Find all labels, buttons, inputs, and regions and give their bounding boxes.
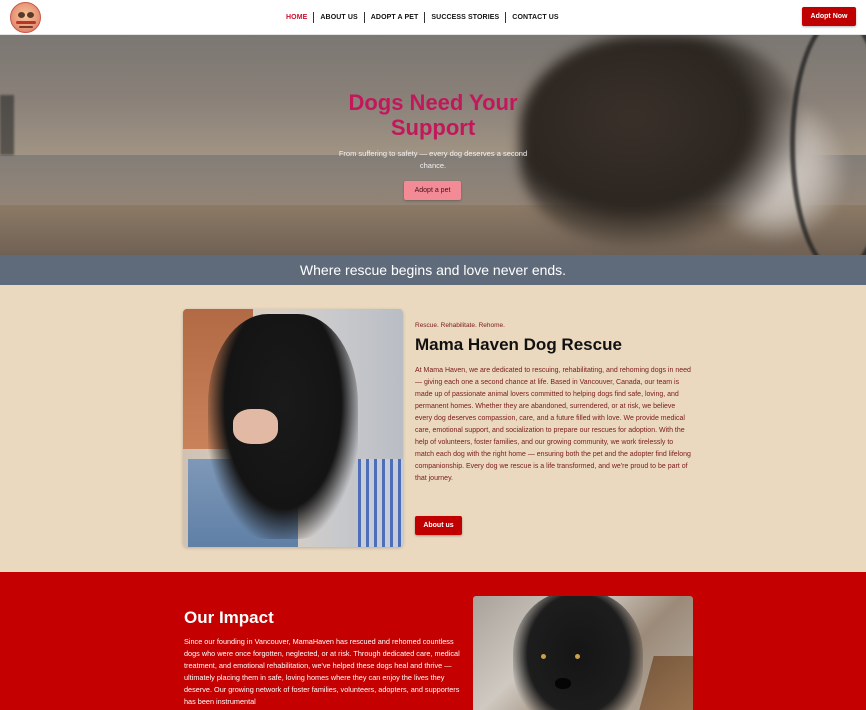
- site-logo[interactable]: [10, 2, 41, 33]
- main-menu: HOME ABOUT US ADOPT A PET SUCCESS STORIE…: [280, 11, 565, 24]
- nav-item-home[interactable]: HOME: [280, 11, 313, 24]
- about-eyebrow: Rescue. Rehabilitate. Rehome.: [415, 322, 505, 329]
- adopt-a-pet-button[interactable]: Adopt a pet: [404, 181, 461, 200]
- nav-item-contact-us[interactable]: CONTACT US: [506, 11, 564, 24]
- adopt-now-button[interactable]: Adopt Now: [802, 7, 856, 26]
- about-section: Rescue. Rehabilitate. Rehome. Mama Haven…: [0, 285, 866, 572]
- about-title: Mama Haven Dog Rescue: [415, 335, 622, 354]
- hero-title: Dogs Need Your Support: [348, 90, 518, 140]
- about-us-button[interactable]: About us: [415, 516, 462, 535]
- impact-title: Our Impact: [184, 608, 274, 627]
- tagline-banner: Where rescue begins and love never ends.: [0, 255, 866, 285]
- hero-banner: Dogs Need Your Support From suffering to…: [0, 35, 866, 255]
- impact-section: Our Impact Since our founding in Vancouv…: [0, 572, 866, 710]
- top-navbar: HOME ABOUT US ADOPT A PET SUCCESS STORIE…: [0, 0, 866, 35]
- dog-held-photo: [183, 309, 403, 547]
- nav-item-success-stories[interactable]: SUCCESS STORIES: [425, 11, 505, 24]
- hero-dog-image: [520, 35, 800, 245]
- nav-item-adopt-a-pet[interactable]: ADOPT A PET: [365, 11, 425, 24]
- nav-item-about-us[interactable]: ABOUT US: [314, 11, 363, 24]
- tagline-text: Where rescue begins and love never ends.: [299, 262, 567, 278]
- impact-body: Since our founding in Vancouver, MamaHav…: [184, 637, 460, 706]
- hero-subtitle: From suffering to safety — every dog des…: [338, 149, 528, 170]
- dog-portrait-photo: [473, 596, 693, 710]
- about-body: At Mama Haven, we are dedicated to rescu…: [415, 367, 691, 482]
